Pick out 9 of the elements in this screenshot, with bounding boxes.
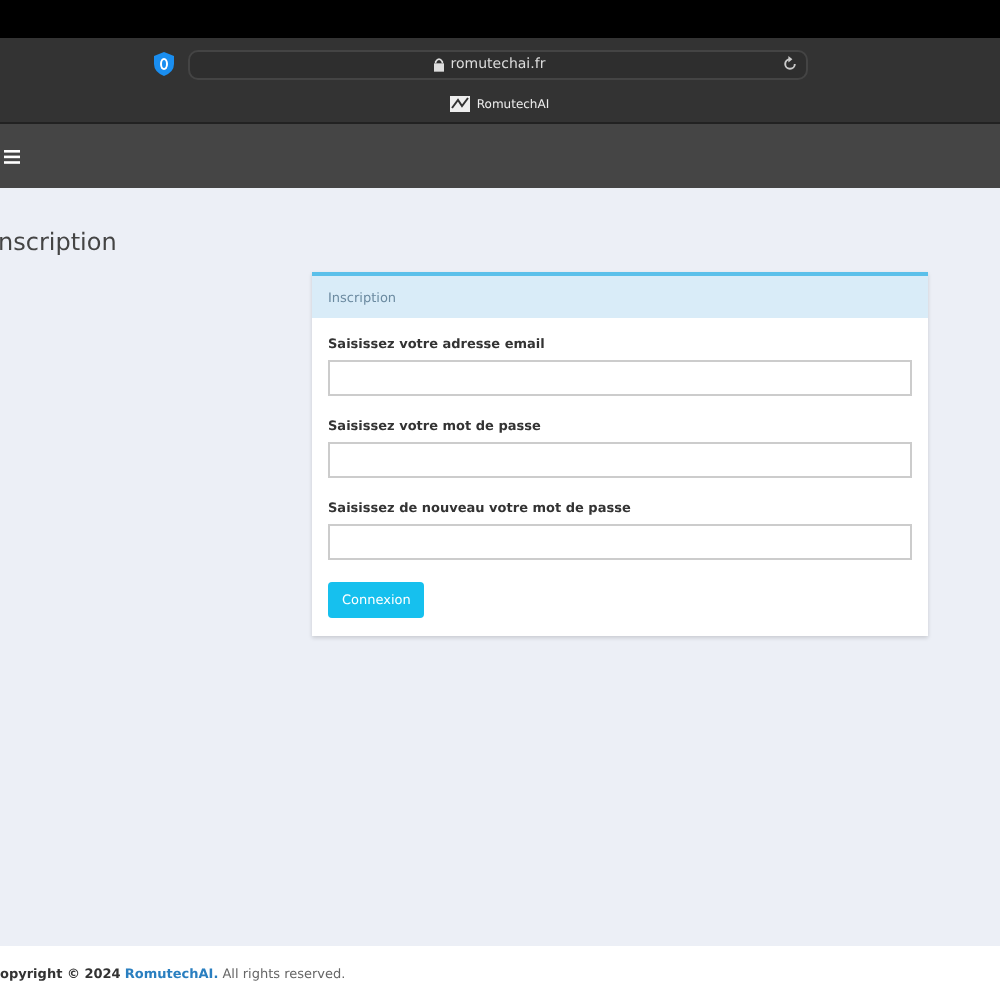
site-favicon-icon bbox=[450, 96, 471, 112]
menu-icon[interactable] bbox=[4, 149, 20, 163]
input-field[interactable] bbox=[328, 360, 912, 396]
page-title: nscription bbox=[0, 228, 119, 256]
input-field[interactable] bbox=[328, 442, 912, 478]
shield-icon[interactable] bbox=[154, 52, 174, 76]
reload-icon[interactable] bbox=[782, 56, 798, 72]
lock-icon bbox=[434, 57, 445, 71]
input-field[interactable] bbox=[328, 524, 912, 560]
